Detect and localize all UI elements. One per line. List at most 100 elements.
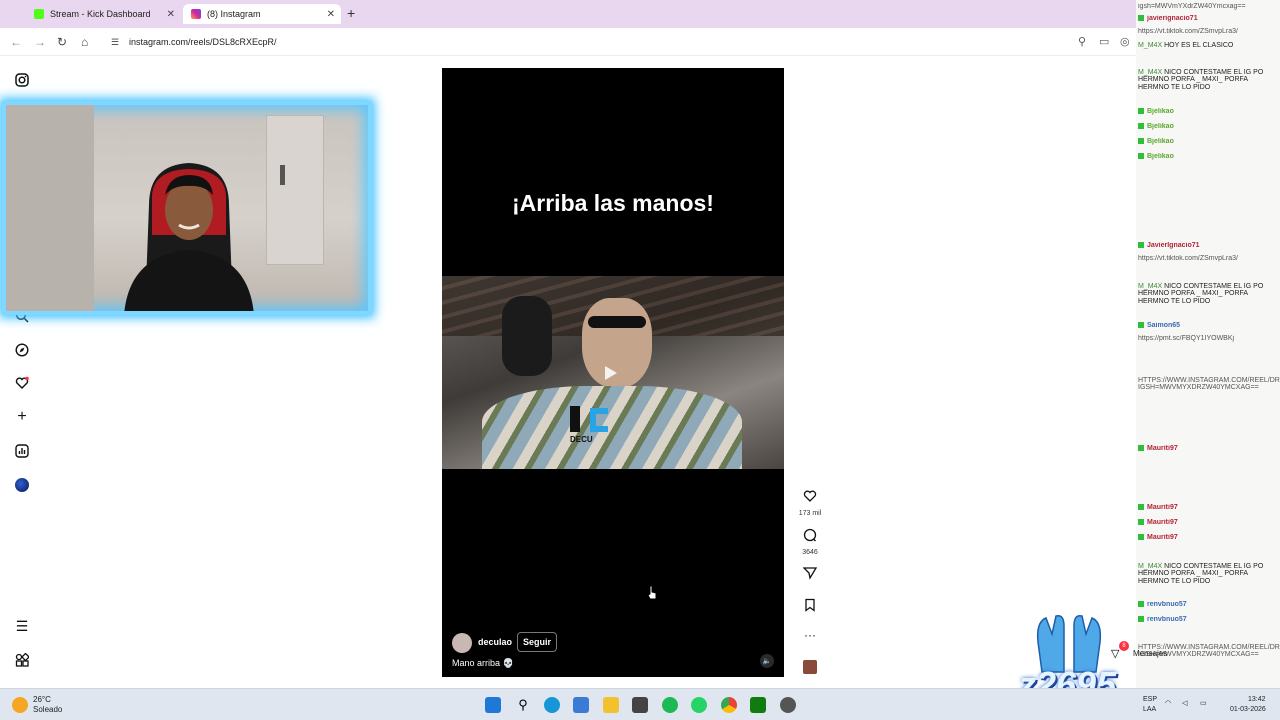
address-bar: ← → ↻ ⌂ ☰ instagram.com/reels/DSL8cRXEcp… (0, 28, 1136, 56)
save-button[interactable] (795, 598, 825, 617)
battery-icon[interactable]: ▭ (1200, 699, 1207, 707)
more-options-icon[interactable]: ··· (795, 628, 825, 642)
chrome-icon[interactable] (721, 697, 737, 713)
app-icon[interactable] (780, 697, 796, 713)
menu-icon[interactable]: ☰ (14, 618, 30, 634)
spotify-icon[interactable] (662, 697, 678, 713)
badge-icon (1138, 15, 1144, 22)
like-button[interactable]: 173 mil (795, 489, 825, 517)
wifi-icon[interactable]: ◠ (1165, 699, 1171, 707)
mute-icon[interactable]: 🔈 (760, 654, 774, 668)
tab-kick-dashboard[interactable]: Stream - Kick Dashboard ✕ (26, 4, 181, 24)
browser-tab-bar: Stream - Kick Dashboard ✕ (8) Instagram … (0, 0, 1136, 28)
messages-count-badge: 8 (1119, 641, 1129, 651)
forward-icon[interactable]: → (34, 35, 46, 49)
weather-sun-icon[interactable] (12, 697, 28, 713)
chat-line: M_m4x NICO CONTESTAME EL IG PO HERMNO PO… (1138, 283, 1264, 305)
badge-icon (1138, 519, 1144, 526)
audio-thumbnail[interactable] (795, 660, 825, 679)
send-icon (802, 567, 818, 580)
back-icon[interactable]: ← (10, 35, 22, 49)
messages-label: Mensajes (1133, 649, 1168, 658)
create-plus-icon[interactable]: + (14, 408, 30, 425)
comment-icon (803, 528, 817, 542)
edge-icon[interactable] (544, 697, 560, 713)
eye-off-icon[interactable]: ◎ (1120, 35, 1130, 48)
badge-icon (1138, 108, 1144, 115)
chat-line: M_m4x NICO CONTESTAME EL IG PO HERMNO PO… (1138, 563, 1264, 585)
search-icon[interactable]: ⚲ (515, 697, 531, 713)
home-icon[interactable]: ⌂ (81, 35, 88, 49)
badge-icon (1138, 138, 1144, 145)
badge-icon (1138, 153, 1144, 160)
reel-title-text: ¡Arriba las manos! (512, 190, 714, 216)
weather-condition[interactable]: Soleado (33, 705, 62, 714)
xbox-icon[interactable] (750, 697, 766, 713)
decu-logo-icon: DECU (570, 406, 608, 444)
dashboard-icon[interactable] (14, 443, 30, 459)
volume-icon[interactable]: ◁ (1182, 699, 1187, 707)
explore-icon[interactable] (14, 342, 30, 358)
language-indicator[interactable]: ESP (1143, 696, 1157, 703)
webcam-overlay (2, 101, 372, 315)
weather-temperature[interactable]: 26°C (33, 695, 51, 704)
tab-instagram[interactable]: (8) Instagram ✕ (183, 4, 341, 24)
snipping-tool-icon[interactable] (632, 697, 648, 713)
chat-line: Bjelikao (1138, 108, 1278, 115)
instagram-logo-icon[interactable] (14, 72, 30, 88)
start-windows-icon[interactable] (485, 697, 501, 713)
install-icon[interactable]: ▭ (1099, 35, 1109, 48)
chat-line: https://pmt.sc/FBQY1IYOWBKj (1138, 335, 1235, 342)
comment-button[interactable]: 3646 (795, 528, 825, 556)
messages-button[interactable]: ▽ 8 (1103, 641, 1133, 661)
close-icon[interactable]: ✕ (167, 9, 175, 20)
site-info-icon[interactable]: ☰ (111, 37, 119, 48)
badge-icon (1138, 322, 1144, 329)
chat-line: JavierIgnacio71 (1138, 242, 1278, 249)
reel-user-avatar[interactable] (452, 633, 472, 653)
kick-icon (34, 9, 44, 19)
send-icon: ▽ (1111, 648, 1120, 660)
hand-cursor-icon (647, 585, 657, 600)
bookmark-icon (805, 598, 815, 612)
file-explorer-icon[interactable] (603, 697, 619, 713)
reel-video-frame[interactable]: DECU (442, 276, 784, 469)
reel-player[interactable]: ¡Arriba las manos! DECU deculao Seguir M… (442, 68, 784, 677)
chat-line: Mauriti97 (1138, 534, 1278, 541)
clock-date[interactable]: 01-03-2026 (1230, 706, 1266, 713)
tab-label: Stream - Kick Dashboard (50, 9, 151, 19)
whatsapp-icon[interactable] (691, 697, 707, 713)
chat-line: Bjelikao (1138, 123, 1278, 130)
chat-line: Mauriti97 (1138, 504, 1278, 511)
tab-label: (8) Instagram (207, 9, 261, 19)
language-layout[interactable]: LAA (1143, 706, 1156, 713)
reel-username[interactable]: deculao (478, 637, 512, 647)
chat-line: https://www.instagram.com/reel/DRqJTpFEO… (1138, 377, 1280, 392)
chat-line: Bjelikao (1138, 153, 1278, 160)
badge-icon (1138, 242, 1144, 249)
chat-line: Mauriti97 (1138, 445, 1278, 452)
chat-line: https://vt.tiktok.com/ZSmvpLra3/ (1138, 255, 1238, 262)
zoom-icon[interactable]: ⚲ (1078, 35, 1086, 48)
badge-icon (1138, 601, 1144, 608)
clock-time[interactable]: 13:42 (1248, 696, 1266, 703)
chat-line: Bjelikao (1138, 138, 1278, 145)
comment-count: 3646 (802, 549, 818, 556)
play-icon[interactable] (605, 366, 617, 380)
like-count: 173 mil (798, 510, 822, 517)
close-icon[interactable]: ✕ (327, 9, 335, 20)
reload-icon[interactable]: ↻ (57, 35, 67, 49)
notifications-heart-icon[interactable] (14, 375, 30, 391)
badge-icon (1138, 445, 1144, 452)
also-from-meta-icon[interactable] (14, 652, 30, 668)
share-button[interactable] (795, 566, 825, 585)
follow-button[interactable]: Seguir (517, 632, 558, 652)
profile-avatar[interactable] (14, 477, 30, 493)
reel-caption: Mano arriba 💀 (452, 658, 514, 668)
url-field[interactable]: instagram.com/reels/DSL8cRXEcpR/ (129, 37, 277, 47)
chat-line: Mauriti97 (1138, 519, 1278, 526)
windows-taskbar: 26°C Soleado ⚲ ESP LAA ◠ ◁ ▭ 13:42 01-03… (0, 688, 1280, 720)
chat-line: javierignacio71 (1138, 15, 1278, 22)
store-icon[interactable] (573, 697, 589, 713)
new-tab-button[interactable]: + (347, 5, 355, 21)
